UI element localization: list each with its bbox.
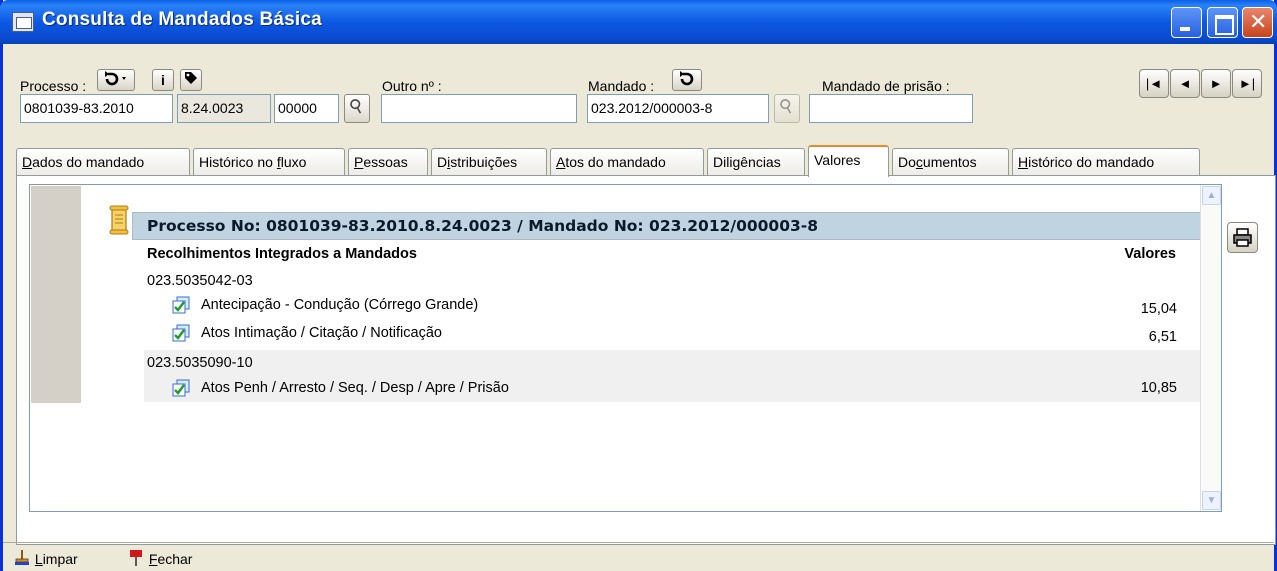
- tab-diligencias[interactable]: Diligências: [707, 148, 805, 176]
- next-record-icon: ►: [1209, 76, 1223, 91]
- group-code: 023.5035090-10: [147, 355, 253, 371]
- fechar-button[interactable]: Fechar: [127, 548, 192, 570]
- printer-icon: [1233, 228, 1252, 247]
- processo-tag-button[interactable]: [180, 69, 202, 91]
- item-value: 10,85: [1140, 380, 1177, 396]
- col-values: Valores: [1124, 246, 1176, 262]
- valores-list: Processo No: 0801039-83.2010.8.24.0023 /…: [29, 184, 1222, 512]
- tab-atos-do-mandado[interactable]: Atos do mandado: [550, 148, 704, 176]
- limpar-button[interactable]: Limpar: [13, 548, 78, 570]
- checked-item-icon: [172, 379, 190, 397]
- scroll-up-button[interactable]: ▲: [1202, 186, 1221, 205]
- close-window-button[interactable]: [1242, 7, 1273, 38]
- nav-last-button[interactable]: ►|: [1232, 69, 1262, 98]
- vertical-scrollbar[interactable]: ▲ ▼: [1200, 185, 1221, 511]
- title-bar[interactable]: Consulta de Mandados Básica: [0, 0, 1277, 44]
- row-gutter: [31, 186, 81, 403]
- minimize-button[interactable]: [1171, 7, 1202, 38]
- tab-valores[interactable]: Valores: [808, 145, 889, 177]
- processo-input-part2[interactable]: 8.24.0023: [177, 94, 271, 123]
- outro-numero-label: Outro nº :: [382, 78, 442, 94]
- window-title: Consulta de Mandados Básica: [42, 9, 322, 30]
- mandado-input[interactable]: 023.2012/000003-8: [587, 94, 769, 123]
- scroll-down-button[interactable]: ▼: [1202, 491, 1221, 510]
- tab-documentos[interactable]: Documentos: [892, 148, 1009, 176]
- mandado-label: Mandado :: [588, 78, 655, 94]
- tab-dados-do-mandado[interactable]: Dados do mandado: [16, 148, 190, 176]
- nav-next-button[interactable]: ►: [1201, 69, 1231, 98]
- document-scroll-icon: [109, 205, 129, 235]
- broom-icon: [15, 550, 29, 565]
- item-label: Antecipação - Condução (Córrego Grande): [201, 297, 479, 313]
- main-window: Consulta de Mandados Básica Processo : i…: [0, 0, 1277, 571]
- tab-historico-no-fluxo[interactable]: Histórico no fluxo: [193, 148, 345, 176]
- mandado-history-button[interactable]: [672, 69, 702, 91]
- print-button[interactable]: [1227, 222, 1258, 253]
- item-label: Atos Intimação / Citação / Notificação: [201, 325, 442, 341]
- checked-item-icon: [172, 324, 190, 342]
- group-code: 023.5035042-03: [147, 273, 253, 289]
- last-record-icon: ►|: [1238, 76, 1256, 91]
- process-header-text: Processo No: 0801039-83.2010.8.24.0023 /…: [147, 217, 819, 235]
- previous-record-icon: ◄: [1178, 76, 1192, 91]
- tag-icon: [185, 72, 197, 84]
- nav-prev-button[interactable]: ◄: [1170, 69, 1200, 98]
- processo-info-button[interactable]: i: [152, 69, 174, 91]
- mandado-prisao-label: Mandado de prisão :: [822, 78, 950, 94]
- processo-history-button[interactable]: [97, 69, 135, 91]
- info-icon: i: [161, 72, 165, 88]
- processo-search-button[interactable]: [344, 94, 370, 123]
- processo-input-part1[interactable]: 0801039-83.2010: [20, 94, 173, 123]
- processo-label: Processo :: [20, 78, 87, 94]
- status-bar: [3, 542, 1274, 571]
- tab-historico-do-mandado[interactable]: Histórico do mandado: [1012, 148, 1200, 176]
- app-icon: [12, 12, 34, 32]
- tab-pessoas[interactable]: Pessoas: [348, 148, 428, 176]
- outro-numero-input[interactable]: [381, 94, 577, 123]
- stop-sign-icon: [130, 550, 142, 566]
- nav-first-button[interactable]: |◄: [1139, 69, 1169, 98]
- col-title: Recolhimentos Integrados a Mandados: [147, 246, 417, 262]
- undo-arrow-icon: [105, 71, 126, 86]
- checked-item-icon: [172, 296, 190, 314]
- valores-panel: Processo No: 0801039-83.2010.8.24.0023 /…: [16, 175, 1276, 545]
- maximize-button[interactable]: [1207, 7, 1238, 38]
- item-value: 6,51: [1148, 329, 1177, 345]
- item-value: 15,04: [1140, 301, 1177, 317]
- item-label: Atos Penh / Arresto / Seq. / Desp / Apre…: [201, 380, 509, 396]
- mandado-prisao-input[interactable]: [809, 94, 973, 123]
- undo-arrow-icon: [680, 71, 694, 86]
- processo-input-part3[interactable]: 00000: [274, 94, 339, 123]
- first-record-icon: |◄: [1145, 76, 1163, 91]
- tab-distribuicoes[interactable]: Distribuições: [431, 148, 547, 176]
- mandado-search-button[interactable]: [774, 94, 800, 123]
